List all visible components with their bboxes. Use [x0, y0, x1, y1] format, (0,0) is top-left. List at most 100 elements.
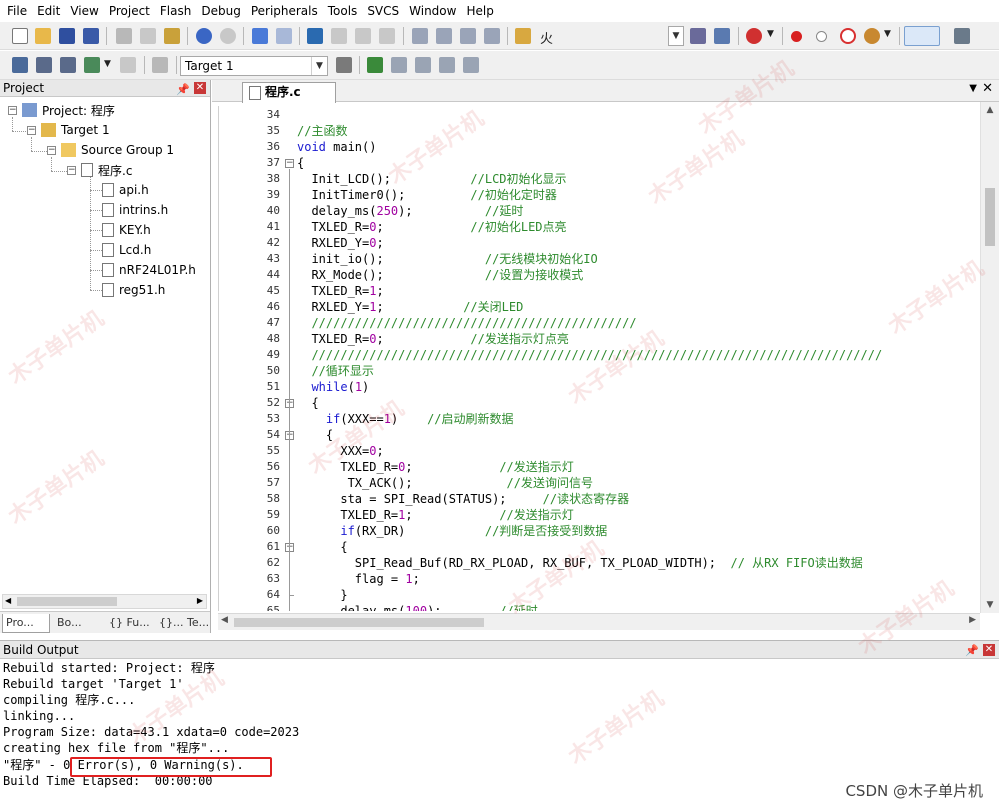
menu-file[interactable]: File — [2, 0, 32, 22]
collapse-file-icon[interactable]: − — [67, 166, 76, 175]
open-file-icon[interactable] — [35, 28, 51, 44]
disable-breakpoint-icon[interactable] — [816, 31, 827, 42]
target-options-icon[interactable] — [336, 57, 352, 73]
scroll-left-icon[interactable]: ◀ — [221, 615, 228, 625]
save-icon[interactable] — [59, 28, 75, 44]
fold-toggle-icon[interactable]: − — [285, 159, 294, 168]
indent-icon[interactable] — [412, 28, 428, 44]
target-select[interactable]: Target 1 ▼ — [180, 56, 328, 76]
tab-templates[interactable]: {}... Te... — [156, 614, 209, 633]
tree-header-key[interactable]: KEY.h — [102, 220, 151, 240]
menu-debug[interactable]: Debug — [196, 0, 245, 22]
menu-window[interactable]: Window — [404, 0, 461, 22]
find-dropdown[interactable]: ▼ — [668, 26, 684, 46]
tree-header-intrins[interactable]: intrins.h — [102, 200, 168, 220]
scroll-right-icon[interactable]: ▶ — [197, 596, 203, 605]
unindent-icon[interactable] — [436, 28, 452, 44]
close-icon[interactable]: ✕ — [194, 82, 206, 94]
debug-dropdown-icon[interactable]: ▼ — [767, 29, 774, 39]
config-icon[interactable] — [864, 28, 880, 44]
kill-breakpoints-icon[interactable] — [840, 28, 856, 44]
rebuild-icon[interactable] — [60, 57, 76, 73]
menu-project[interactable]: Project — [104, 0, 155, 22]
prev-bookmark-icon[interactable] — [331, 28, 347, 44]
pack-installer-icon[interactable] — [415, 57, 431, 73]
pin-icon[interactable]: 📌 — [176, 81, 190, 98]
find-in-files-icon[interactable] — [515, 28, 531, 44]
scroll-left-icon[interactable]: ◀ — [5, 596, 11, 605]
menu-view[interactable]: View — [65, 0, 103, 22]
translate-icon[interactable] — [12, 57, 28, 73]
tree-source-group[interactable]: Source Group 1 — [61, 140, 174, 160]
manage-components-icon[interactable] — [367, 57, 383, 73]
insert-breakpoint-icon[interactable] — [791, 31, 802, 42]
copy-icon[interactable] — [140, 28, 156, 44]
select-packs-icon[interactable] — [391, 57, 407, 73]
close-tab-icon[interactable]: ✕ — [982, 81, 993, 96]
save-all-icon[interactable] — [83, 28, 99, 44]
code-editor[interactable]: 34 35 //主函数 36 void main() 37 {38 Init_LCD(); … — [218, 106, 980, 611]
stop-build-icon[interactable] — [120, 57, 136, 73]
menu-help[interactable]: Help — [461, 0, 498, 22]
nav-back-icon[interactable] — [252, 28, 268, 44]
window-layout-icon[interactable] — [904, 26, 940, 46]
menu-tools[interactable]: Tools — [323, 0, 363, 22]
tab-list-dropdown-icon[interactable]: ▼ — [969, 83, 977, 94]
scroll-right-icon[interactable]: ▶ — [969, 615, 976, 625]
scroll-up-icon[interactable]: ▲ — [981, 102, 999, 118]
clear-bookmarks-icon[interactable] — [379, 28, 395, 44]
nav-forward-icon[interactable] — [276, 28, 292, 44]
menu-flash[interactable]: Flash — [155, 0, 196, 22]
new-file-icon[interactable] — [12, 28, 28, 44]
menu-peripherals[interactable]: Peripherals — [246, 0, 323, 22]
paste-icon[interactable] — [164, 28, 180, 44]
tree-file-main[interactable]: 程序.c — [81, 160, 132, 180]
editor-vertical-scrollbar[interactable]: ▲ ▼ — [980, 102, 999, 613]
tree-target[interactable]: Target 1 — [41, 120, 110, 140]
tree-header-lcd[interactable]: Lcd.h — [102, 240, 151, 260]
incremental-find-icon[interactable] — [714, 28, 730, 44]
redo-icon[interactable] — [220, 28, 236, 44]
editor-horizontal-scrollbar[interactable]: ◀ ▶ — [218, 613, 980, 630]
build-icon[interactable] — [36, 57, 52, 73]
menu-svcs[interactable]: SVCS — [362, 0, 404, 22]
undo-icon[interactable] — [196, 28, 212, 44]
next-bookmark-icon[interactable] — [355, 28, 371, 44]
batch-build-icon[interactable] — [84, 57, 100, 73]
tools-wrench-icon[interactable] — [954, 28, 970, 44]
tree-header-api[interactable]: api.h — [102, 180, 149, 200]
scroll-down-icon[interactable]: ▼ — [981, 597, 999, 613]
editor-hscroll-thumb[interactable] — [234, 618, 484, 627]
cut-icon[interactable] — [116, 28, 132, 44]
collapse-group-icon[interactable]: − — [47, 146, 56, 155]
environment-icon[interactable] — [439, 57, 455, 73]
collapse-target-icon[interactable]: − — [27, 126, 36, 135]
run-time-env-icon[interactable] — [463, 57, 479, 73]
comment-icon[interactable] — [460, 28, 476, 44]
editor-scroll-thumb[interactable] — [985, 188, 995, 246]
tree-header-reg51[interactable]: reg51.h — [102, 280, 165, 300]
download-icon[interactable] — [152, 57, 168, 73]
target-dropdown-icon[interactable]: ▼ — [311, 57, 327, 75]
tree-project[interactable]: Project: 程序 — [22, 100, 115, 120]
uncomment-icon[interactable] — [484, 28, 500, 44]
tree-header-nrf[interactable]: nRF24L01P.h — [102, 260, 196, 280]
debug-session-icon[interactable] — [746, 28, 762, 44]
header-file-icon — [102, 203, 114, 217]
bookmark-icon[interactable] — [307, 28, 323, 44]
tab-main-c[interactable]: 程序.c — [242, 82, 336, 103]
close-icon[interactable]: ✕ — [983, 644, 995, 656]
batch-dropdown-icon[interactable]: ▼ — [104, 59, 111, 69]
build-line: Program Size: data=43.1 xdata=0 code=202… — [3, 725, 300, 739]
scroll-thumb[interactable] — [17, 597, 117, 606]
menu-edit[interactable]: Edit — [32, 0, 65, 22]
find-icon[interactable] — [690, 28, 706, 44]
tab-functions[interactable]: {} Fu... — [106, 614, 154, 633]
code-line: flag = 1; — [297, 572, 420, 586]
tab-project[interactable]: Pro... — [2, 614, 50, 633]
collapse-project-icon[interactable]: − — [8, 106, 17, 115]
project-horizontal-scrollbar[interactable]: ◀ ▶ — [2, 594, 207, 609]
config-dropdown-icon[interactable]: ▼ — [884, 29, 891, 39]
tab-books[interactable]: Bo... — [54, 614, 102, 633]
pin-icon[interactable]: 📌 — [965, 642, 979, 660]
